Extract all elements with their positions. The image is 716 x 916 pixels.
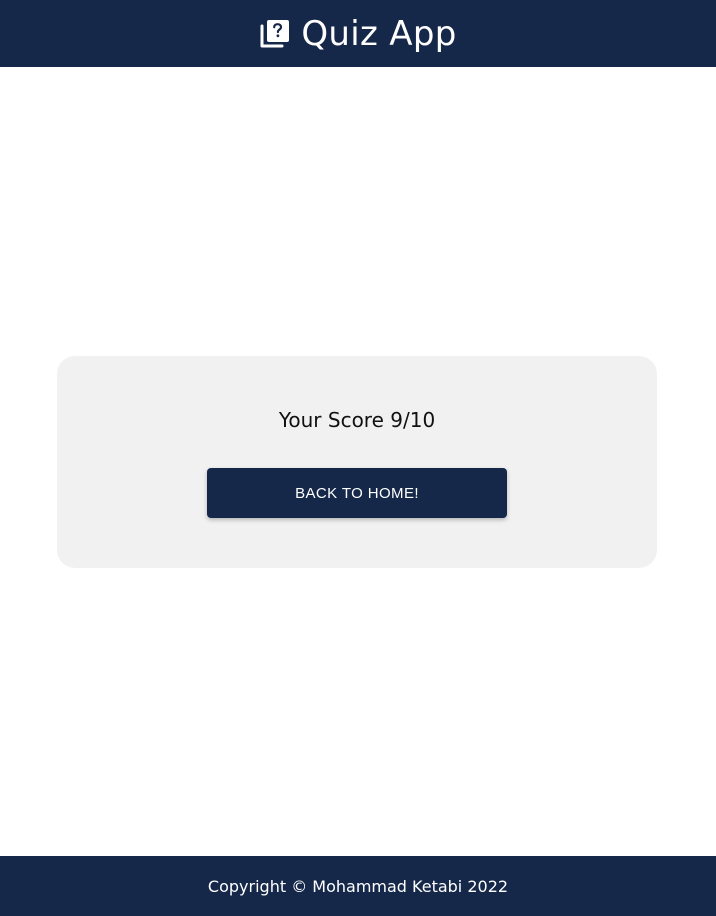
score-text: Your Score 9/10 (278, 408, 436, 432)
header-brand: Quiz App (259, 14, 456, 54)
app-header: Quiz App (0, 0, 716, 67)
app-footer: Copyright © Mohammad Ketabi 2022 (0, 856, 716, 916)
back-to-home-button[interactable]: BACK TO HOME! (207, 468, 507, 518)
copyright-text: Copyright © Mohammad Ketabi 2022 (207, 876, 509, 896)
app-title: Quiz App (301, 13, 457, 54)
result-card: Your Score 9/10 BACK TO HOME! (57, 356, 657, 568)
quiz-library-icon (259, 18, 291, 50)
